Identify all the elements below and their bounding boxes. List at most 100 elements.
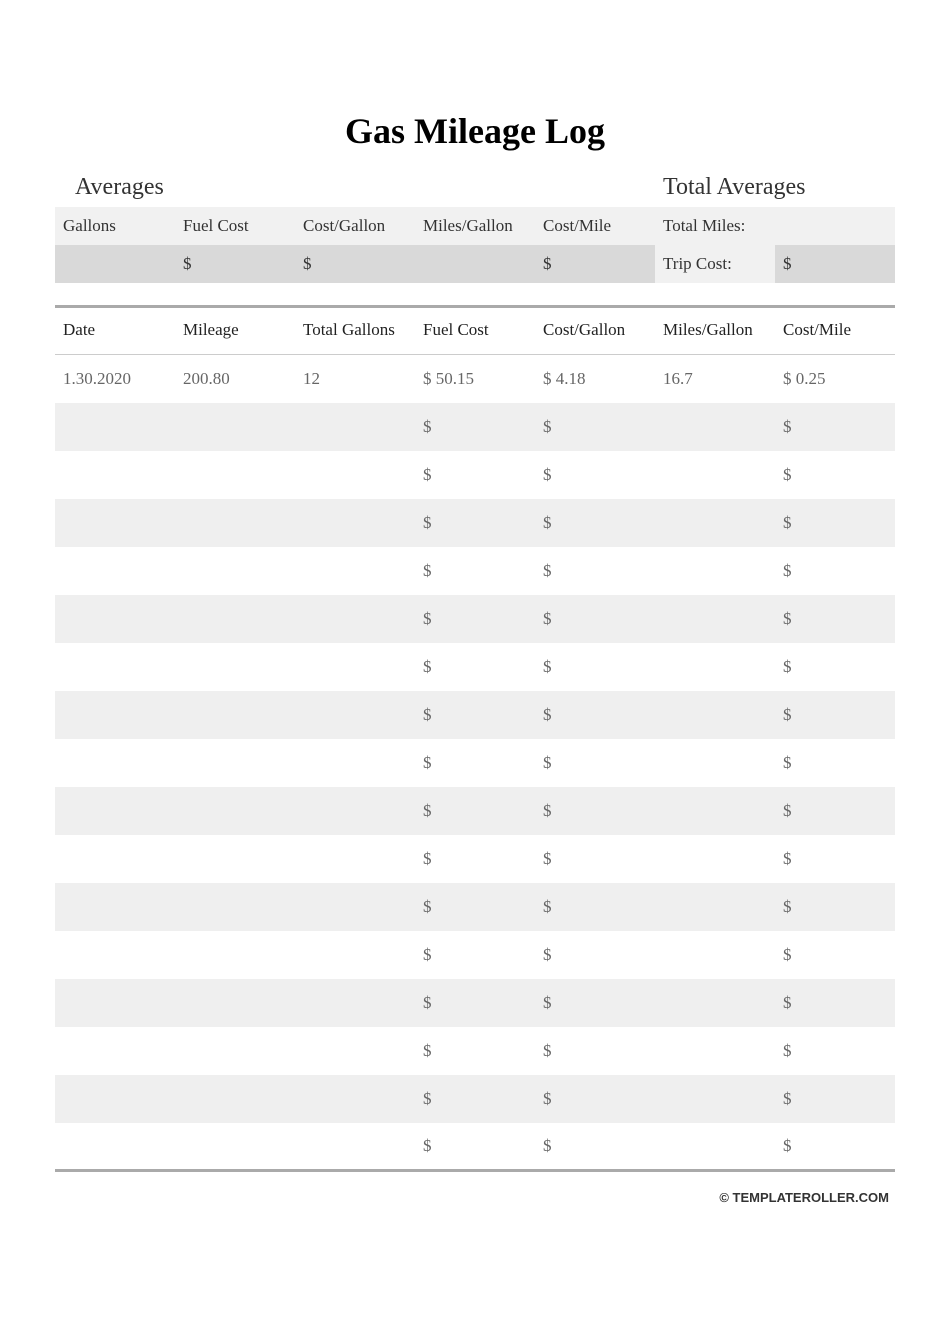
log-cell-date (55, 787, 175, 835)
averages-heading: Averages (55, 172, 655, 207)
log-cell-cost_gallon: $ (535, 451, 655, 499)
log-cell-cost_mile: $ (775, 979, 895, 1027)
log-cell-cost_gallon: $ (535, 499, 655, 547)
log-cell-date (55, 595, 175, 643)
avg-header-cost-mile: Cost/Mile (535, 207, 655, 245)
log-cell-cost_gallon: $ (535, 931, 655, 979)
log-cell-fuel_cost: $ (415, 499, 535, 547)
log-cell-total_gallons (295, 739, 415, 787)
log-cell-fuel_cost: $ (415, 547, 535, 595)
log-cell-cost_mile: $ (775, 403, 895, 451)
log-cell-cost_mile: $ (775, 595, 895, 643)
log-cell-mileage (175, 691, 295, 739)
log-cell-mileage: 200.80 (175, 355, 295, 403)
log-cell-mileage (175, 883, 295, 931)
avg-value-miles-gallon (415, 245, 535, 283)
log-cell-cost_gallon: $ (535, 1027, 655, 1075)
log-cell-mileage (175, 739, 295, 787)
log-cell-fuel_cost: $ (415, 403, 535, 451)
log-cell-cost_mile: $ (775, 691, 895, 739)
log-cell-cost_gallon: $ (535, 595, 655, 643)
log-cell-cost_mile: $ (775, 451, 895, 499)
avg-trip-cost-value: $ (775, 245, 895, 283)
table-row: $$$ (55, 931, 895, 979)
log-cell-cost_mile: $ (775, 739, 895, 787)
log-cell-cost_mile: $ (775, 883, 895, 931)
table-row: $$$ (55, 595, 895, 643)
avg-header-total-miles-value (775, 207, 895, 245)
log-cell-miles_gallon (655, 979, 775, 1027)
log-cell-fuel_cost: $ (415, 931, 535, 979)
log-cell-miles_gallon (655, 451, 775, 499)
total-averages-heading: Total Averages (655, 172, 895, 207)
log-cell-total_gallons (295, 547, 415, 595)
log-cell-date (55, 1075, 175, 1123)
log-cell-fuel_cost: $ (415, 643, 535, 691)
log-cell-mileage (175, 1027, 295, 1075)
log-cell-total_gallons (295, 1075, 415, 1123)
log-cell-miles_gallon: 16.7 (655, 355, 775, 403)
log-cell-mileage (175, 787, 295, 835)
log-cell-date (55, 1123, 175, 1171)
log-cell-date (55, 883, 175, 931)
log-header-miles-gallon: Miles/Gallon (655, 307, 775, 355)
log-cell-date (55, 979, 175, 1027)
log-cell-fuel_cost: $ (415, 595, 535, 643)
log-cell-mileage (175, 403, 295, 451)
log-cell-cost_mile: $ (775, 547, 895, 595)
log-cell-cost_mile: $ (775, 1075, 895, 1123)
log-cell-total_gallons (295, 643, 415, 691)
footer-copyright: © TEMPLATEROLLER.COM (55, 1190, 895, 1205)
log-cell-date (55, 835, 175, 883)
log-cell-mileage (175, 979, 295, 1027)
log-cell-mileage (175, 499, 295, 547)
table-row: $$$ (55, 499, 895, 547)
log-cell-mileage (175, 451, 295, 499)
log-cell-cost_gallon: $ (535, 979, 655, 1027)
log-cell-miles_gallon (655, 643, 775, 691)
log-cell-total_gallons (295, 787, 415, 835)
log-cell-total_gallons (295, 979, 415, 1027)
log-cell-miles_gallon (655, 691, 775, 739)
log-cell-date (55, 643, 175, 691)
table-row: $$$ (55, 1123, 895, 1171)
table-row: $$$ (55, 883, 895, 931)
log-cell-mileage (175, 931, 295, 979)
log-cell-cost_mile: $ (775, 787, 895, 835)
log-cell-cost_mile: $ 0.25 (775, 355, 895, 403)
table-row: $$$ (55, 739, 895, 787)
avg-header-fuel-cost: Fuel Cost (175, 207, 295, 245)
log-cell-fuel_cost: $ (415, 451, 535, 499)
log-cell-date (55, 739, 175, 787)
log-cell-fuel_cost: $ (415, 1123, 535, 1171)
log-cell-miles_gallon (655, 403, 775, 451)
table-row: $$$ (55, 547, 895, 595)
log-cell-date (55, 547, 175, 595)
log-cell-date (55, 403, 175, 451)
log-cell-mileage (175, 547, 295, 595)
log-cell-fuel_cost: $ (415, 787, 535, 835)
table-row: $$$ (55, 1027, 895, 1075)
log-header-cost-gallon: Cost/Gallon (535, 307, 655, 355)
log-cell-miles_gallon (655, 1027, 775, 1075)
log-header-fuel-cost: Fuel Cost (415, 307, 535, 355)
log-table: Date Mileage Total Gallons Fuel Cost Cos… (55, 305, 895, 1172)
table-row: $$$ (55, 1075, 895, 1123)
log-cell-miles_gallon (655, 931, 775, 979)
log-cell-cost_gallon: $ (535, 643, 655, 691)
log-cell-fuel_cost: $ 50.15 (415, 355, 535, 403)
log-cell-cost_gallon: $ (535, 1075, 655, 1123)
log-cell-mileage (175, 1123, 295, 1171)
avg-value-fuel-cost: $ (175, 245, 295, 283)
log-cell-date (55, 499, 175, 547)
log-cell-cost_gallon: $ (535, 883, 655, 931)
log-cell-miles_gallon (655, 883, 775, 931)
log-cell-total_gallons (295, 883, 415, 931)
log-cell-miles_gallon (655, 835, 775, 883)
log-cell-fuel_cost: $ (415, 1027, 535, 1075)
log-cell-date (55, 1027, 175, 1075)
log-cell-miles_gallon (655, 739, 775, 787)
avg-trip-cost-label: Trip Cost: (655, 245, 775, 283)
avg-value-gallons (55, 245, 175, 283)
log-cell-fuel_cost: $ (415, 835, 535, 883)
